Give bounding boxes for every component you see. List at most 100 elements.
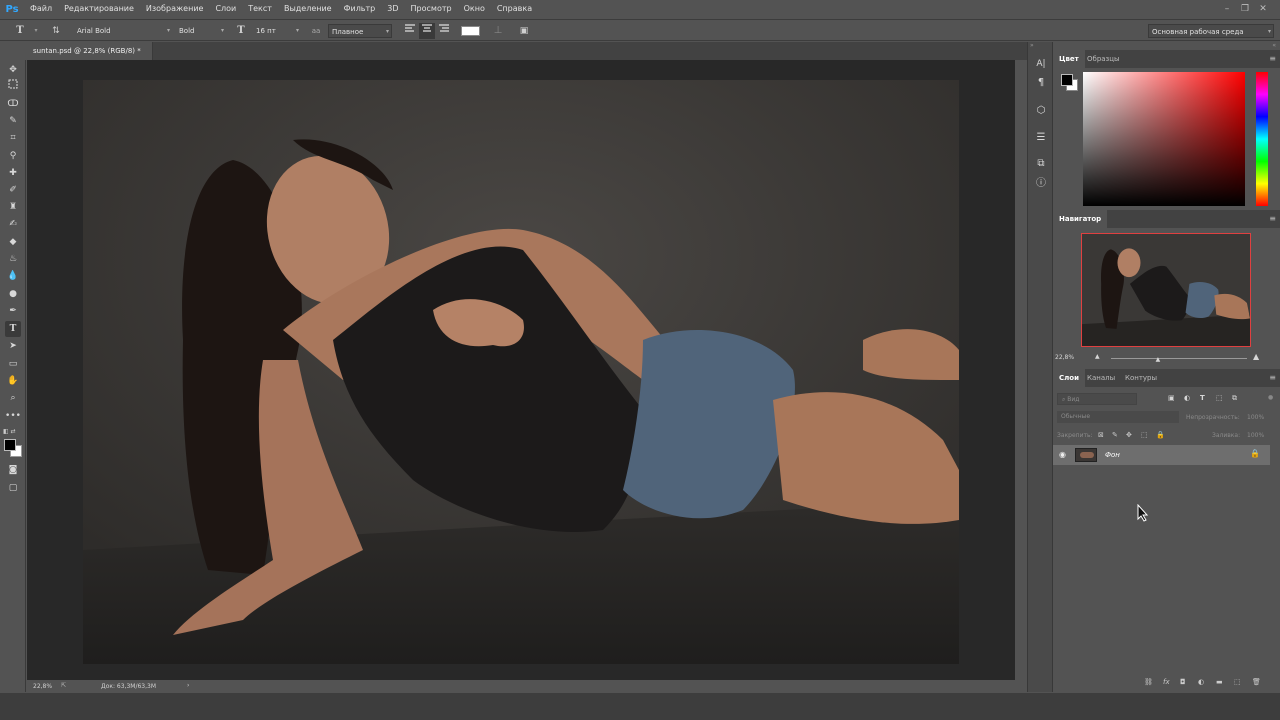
tab-navigator[interactable]: Навигатор	[1053, 210, 1108, 228]
new-layer-icon[interactable]: ⬚	[1234, 678, 1241, 686]
3d-icon[interactable]: ⬡	[1033, 103, 1049, 119]
eyedropper-icon[interactable]: ⚲	[5, 148, 21, 164]
lock-pixels-icon[interactable]: ✎	[1112, 431, 1118, 439]
shape-icon[interactable]: ▭	[5, 356, 21, 372]
new-group-icon[interactable]: ▬	[1216, 678, 1223, 686]
menu-3d[interactable]: 3D	[381, 0, 404, 18]
panel-menu-icon[interactable]: ≡	[1269, 369, 1276, 387]
align-center-icon[interactable]	[419, 23, 435, 39]
collapse-dock-icon[interactable]: »	[1030, 42, 1034, 49]
document-tab[interactable]: suntan.psd @ 22,8% (RGB/8) * ×	[27, 42, 153, 73]
collapse-right-icon[interactable]: «	[1272, 42, 1276, 49]
text-orientation-icon[interactable]: ⇅	[48, 23, 64, 39]
navigator-zoom[interactable]: 22,8%	[1055, 354, 1074, 361]
clone-stamp-icon[interactable]: ♜	[5, 199, 21, 215]
align-left-icon[interactable]	[402, 23, 418, 39]
zoom-level[interactable]: 22,8%	[33, 683, 52, 690]
add-mask-icon[interactable]: ◘	[1180, 678, 1186, 686]
more-tools-icon[interactable]: •••	[5, 408, 21, 424]
menu-file[interactable]: Файл	[24, 0, 58, 18]
fill-field[interactable]: 100%	[1247, 432, 1264, 439]
path-select-icon[interactable]: ➤	[5, 338, 21, 354]
move-icon[interactable]: ✥	[5, 62, 21, 78]
link-layers-icon[interactable]: ⛓	[1144, 678, 1153, 686]
pen-icon[interactable]: ✒	[5, 303, 21, 319]
zoom-slider-track[interactable]	[1111, 358, 1247, 359]
eye-icon[interactable]: ◉	[1059, 450, 1066, 459]
menu-edit[interactable]: Редактирование	[58, 0, 140, 18]
zoom-icon[interactable]: ⌕	[5, 390, 21, 406]
filter-smart-icon[interactable]: ⧉	[1232, 394, 1237, 403]
lock-all-icon[interactable]: 🔒	[1156, 431, 1165, 439]
lock-artboard-icon[interactable]: ⬚	[1141, 431, 1148, 439]
marquee-icon[interactable]	[5, 79, 21, 95]
menu-view[interactable]: Просмотр	[405, 0, 458, 18]
filter-toggle-icon[interactable]: ●	[1268, 394, 1273, 401]
layer-filter-select[interactable]: ⌕ Вид	[1057, 393, 1137, 405]
brush-icon[interactable]: ✐	[5, 182, 21, 198]
hue-slider[interactable]	[1256, 72, 1268, 206]
filter-type-icon[interactable]: T	[1200, 394, 1205, 402]
blur-icon[interactable]: 💧	[5, 268, 21, 284]
menu-help[interactable]: Справка	[491, 0, 538, 18]
blend-mode-select[interactable]: Обычные	[1057, 411, 1179, 423]
panel-menu-icon[interactable]: ≡	[1269, 210, 1276, 228]
paint-bucket-icon[interactable]: ♨	[5, 251, 21, 267]
filter-adjustment-icon[interactable]: ◐	[1184, 394, 1190, 402]
info-icon[interactable]: ⓘ	[1033, 176, 1049, 192]
zoom-slider-thumb[interactable]: ▲	[1156, 356, 1161, 363]
adjustment-layer-icon[interactable]: ◐	[1198, 678, 1204, 686]
font-size-select[interactable]: 16 пт ▾	[253, 24, 301, 38]
paragraph-icon[interactable]: ¶	[1033, 75, 1049, 91]
align-right-icon[interactable]	[436, 23, 452, 39]
quick-mask-icon[interactable]: ◙	[5, 462, 21, 478]
menu-window[interactable]: Окно	[458, 0, 491, 18]
close-window-button[interactable]: ✕	[1254, 4, 1272, 14]
canvas-area[interactable]	[27, 60, 1015, 680]
opacity-field[interactable]: 100%	[1247, 414, 1264, 421]
healing-brush-icon[interactable]: ✚	[5, 165, 21, 181]
warp-text-icon[interactable]: ⊥	[490, 23, 506, 39]
filter-pixel-icon[interactable]: ▣	[1168, 394, 1175, 402]
tab-color[interactable]: Цвет	[1053, 50, 1085, 68]
menu-layers[interactable]: Слои	[209, 0, 242, 18]
dodge-icon[interactable]: ●	[5, 286, 21, 302]
screen-mode-icon[interactable]: ▢	[5, 480, 21, 496]
hand-icon[interactable]: ✋	[5, 373, 21, 389]
character-icon[interactable]: A|	[1033, 56, 1049, 72]
eraser-icon[interactable]: ◆	[5, 234, 21, 250]
lock-transparent-icon[interactable]: ⊠	[1098, 431, 1104, 439]
font-style-select[interactable]: Bold ▾	[176, 24, 226, 38]
layer-name[interactable]: Фон	[1105, 451, 1120, 459]
lasso-icon[interactable]: ↀ	[5, 96, 21, 112]
menu-filter[interactable]: Фильтр	[338, 0, 382, 18]
layer-row[interactable]: ◉ Фон 🔒	[1053, 445, 1270, 465]
antialias-select[interactable]: Плавное ▾	[328, 24, 392, 38]
delete-layer-icon[interactable]: 🗑	[1252, 678, 1261, 686]
navigator-thumbnail[interactable]	[1081, 233, 1251, 347]
document-image[interactable]	[83, 80, 959, 664]
fx-icon[interactable]: fx	[1163, 678, 1170, 686]
menu-select[interactable]: Выделение	[278, 0, 338, 18]
chevron-down-icon[interactable]: ▾	[28, 23, 44, 39]
tab-paths[interactable]: Контуры	[1119, 369, 1163, 387]
swap-colors-icon[interactable]: ◧ ⇄	[3, 428, 25, 436]
status-menu-arrow[interactable]: ›	[187, 682, 189, 689]
restore-button[interactable]: ❐	[1236, 4, 1254, 14]
menu-type[interactable]: Текст	[242, 0, 278, 18]
menu-image[interactable]: Изображение	[140, 0, 210, 18]
filter-shape-icon[interactable]: ⬚	[1216, 394, 1223, 402]
libraries-icon[interactable]: ⧉	[1033, 156, 1049, 172]
type-tool-preset-icon[interactable]: T	[12, 23, 28, 39]
font-family-select[interactable]: Arial Bold ▾	[74, 24, 172, 38]
type-icon[interactable]: T	[5, 321, 21, 337]
history-brush-icon[interactable]: ✍	[5, 216, 21, 232]
workspace-select[interactable]: Основная рабочая среда ▾	[1148, 24, 1274, 38]
minimize-button[interactable]: –	[1218, 4, 1236, 14]
zoom-out-icon[interactable]: ▲	[1095, 353, 1100, 360]
share-icon[interactable]: ⇱	[61, 682, 66, 689]
character-panel-icon[interactable]: ▣	[516, 23, 532, 39]
panel-menu-icon[interactable]: ≡	[1269, 50, 1276, 68]
adjustments-icon[interactable]: ☰	[1033, 130, 1049, 146]
tab-channels[interactable]: Каналы	[1081, 369, 1121, 387]
